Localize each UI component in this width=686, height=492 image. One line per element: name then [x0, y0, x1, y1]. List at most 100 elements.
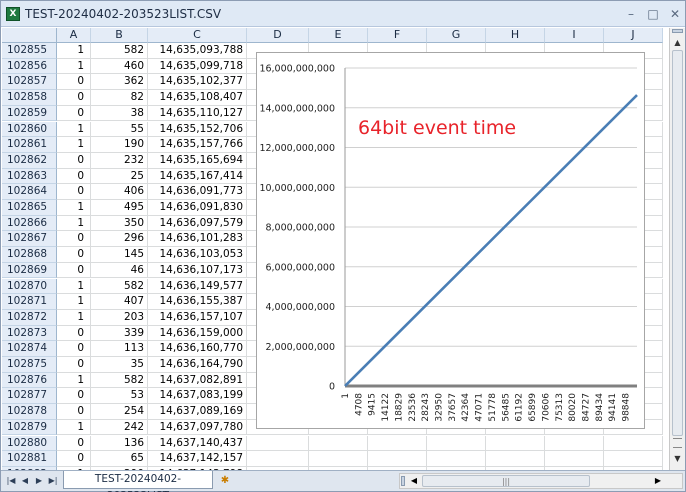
cell-d[interactable]: [247, 451, 309, 467]
column-header-g[interactable]: G: [427, 28, 486, 43]
cell-c[interactable]: 14,636,101,283: [148, 231, 247, 248]
scroll-right-icon[interactable]: ▶: [652, 474, 664, 488]
row-header[interactable]: 102867: [2, 231, 57, 248]
row-header[interactable]: 102874: [2, 341, 57, 357]
cell-c[interactable]: 14,637,142,157: [148, 451, 247, 467]
cell-c[interactable]: 14,635,108,407: [148, 90, 247, 106]
cell-b[interactable]: 145: [91, 247, 148, 263]
row-header[interactable]: 102880: [2, 435, 57, 452]
cell-b[interactable]: 242: [91, 419, 148, 436]
row-header[interactable]: 102857: [2, 74, 57, 91]
row-header[interactable]: 102866: [2, 215, 57, 232]
row-header[interactable]: 102869: [2, 262, 57, 279]
cell-b[interactable]: 65: [91, 451, 148, 467]
cell-d[interactable]: [247, 435, 309, 452]
cell-c[interactable]: 14,636,097,579: [148, 215, 247, 232]
line-chart[interactable]: 0 2,000,000,000 4,000,000,000 6,000,000,000…: [256, 52, 645, 429]
column-header-i[interactable]: I: [545, 28, 604, 43]
column-header-j[interactable]: J: [604, 28, 663, 43]
cell-b[interactable]: 25: [91, 168, 148, 185]
cell-j[interactable]: [604, 451, 663, 467]
cell-b[interactable]: 113: [91, 341, 148, 357]
cell-a[interactable]: 1: [57, 278, 91, 295]
cell-a[interactable]: 1: [57, 43, 91, 59]
cell-a[interactable]: 0: [57, 404, 91, 420]
cell-a[interactable]: 1: [57, 137, 91, 153]
cell-a[interactable]: 1: [57, 58, 91, 75]
cell-f[interactable]: [368, 435, 427, 452]
cell-b[interactable]: 53: [91, 388, 148, 405]
row-header[interactable]: 102864: [2, 184, 57, 200]
cell-g[interactable]: [427, 435, 486, 452]
cell-b[interactable]: 582: [91, 43, 148, 59]
restore-button[interactable]: □: [643, 6, 663, 22]
vertical-scrollbar[interactable]: ▲ ▼: [669, 28, 685, 470]
cell-c[interactable]: 14,636,160,770: [148, 341, 247, 357]
row-header[interactable]: 102863: [2, 168, 57, 185]
row-header[interactable]: 102875: [2, 357, 57, 373]
cell-j[interactable]: [604, 435, 663, 452]
cell-b[interactable]: 582: [91, 278, 148, 295]
cell-b[interactable]: 254: [91, 404, 148, 420]
row-header[interactable]: 102873: [2, 325, 57, 342]
cell-a[interactable]: 1: [57, 309, 91, 326]
cell-h[interactable]: [486, 435, 545, 452]
cell-c[interactable]: 14,635,157,766: [148, 137, 247, 153]
cell-a[interactable]: 1: [57, 121, 91, 138]
cell-c[interactable]: 14,636,149,577: [148, 278, 247, 295]
cell-a[interactable]: 0: [57, 451, 91, 467]
cell-a[interactable]: 0: [57, 247, 91, 263]
close-button[interactable]: ✕: [665, 6, 685, 22]
cell-a[interactable]: 0: [57, 357, 91, 373]
vertical-scroll-thumb[interactable]: [672, 50, 683, 436]
row-header[interactable]: 102862: [2, 152, 57, 169]
column-header-c[interactable]: C: [148, 28, 247, 43]
row-header[interactable]: 102865: [2, 200, 57, 216]
insert-sheet-icon[interactable]: ✱: [217, 473, 233, 488]
row-header[interactable]: 102868: [2, 247, 57, 263]
sheet-tab[interactable]: TEST-20240402-203523LIST: [63, 471, 213, 492]
cell-b[interactable]: 35: [91, 357, 148, 373]
row-header[interactable]: 102870: [2, 278, 57, 295]
column-header-d[interactable]: D: [247, 28, 309, 43]
cell-c[interactable]: 14,636,103,053: [148, 247, 247, 263]
cell-b[interactable]: 190: [91, 137, 148, 153]
cell-a[interactable]: 0: [57, 231, 91, 248]
cell-a[interactable]: 0: [57, 74, 91, 91]
cell-a[interactable]: 1: [57, 215, 91, 232]
cell-b[interactable]: 339: [91, 325, 148, 342]
cell-c[interactable]: 14,636,091,773: [148, 184, 247, 200]
cell-b[interactable]: 406: [91, 184, 148, 200]
cell-b[interactable]: 460: [91, 58, 148, 75]
row-header[interactable]: 102855: [2, 43, 57, 59]
cell-a[interactable]: 0: [57, 262, 91, 279]
cell-b[interactable]: 350: [91, 215, 148, 232]
row-header[interactable]: 102858: [2, 90, 57, 106]
row-header[interactable]: 102879: [2, 419, 57, 436]
cell-c[interactable]: 14,637,083,199: [148, 388, 247, 405]
cell-c[interactable]: 14,635,165,694: [148, 152, 247, 169]
cell-e[interactable]: [309, 451, 368, 467]
column-header-e[interactable]: E: [309, 28, 368, 43]
cell-c[interactable]: 14,636,159,000: [148, 325, 247, 342]
cell-a[interactable]: 0: [57, 435, 91, 452]
row-header[interactable]: 102859: [2, 105, 57, 122]
first-sheet-icon[interactable]: |◀: [5, 475, 17, 487]
horizontal-scroll-thumb[interactable]: |||: [422, 475, 590, 487]
minimize-button[interactable]: –: [621, 6, 641, 22]
cell-c[interactable]: 14,635,093,788: [148, 43, 247, 59]
cell-a[interactable]: 1: [57, 200, 91, 216]
row-header[interactable]: 102881: [2, 451, 57, 467]
cell-b[interactable]: 582: [91, 372, 148, 389]
scroll-down-icon[interactable]: ▼: [670, 452, 685, 466]
cell-b[interactable]: 362: [91, 74, 148, 91]
cell-a[interactable]: 0: [57, 168, 91, 185]
row-header[interactable]: 102878: [2, 404, 57, 420]
column-header-b[interactable]: B: [91, 28, 148, 43]
cell-g[interactable]: [427, 451, 486, 467]
cell-c[interactable]: 14,636,107,173: [148, 262, 247, 279]
cell-f[interactable]: [368, 451, 427, 467]
cell-a[interactable]: 0: [57, 90, 91, 106]
cell-a[interactable]: 0: [57, 105, 91, 122]
row-header[interactable]: 102877: [2, 388, 57, 405]
